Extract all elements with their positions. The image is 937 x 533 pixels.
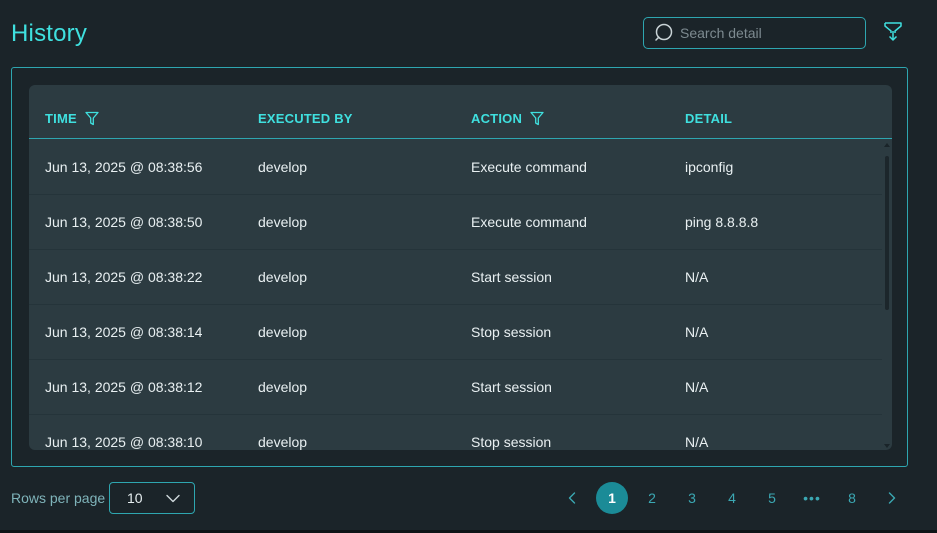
table-row[interactable]: Jun 13, 2025 @ 08:38:22 develop Start se… — [29, 250, 882, 305]
cell-action: Stop session — [471, 434, 552, 450]
cell-detail: N/A — [685, 269, 709, 285]
column-header-action[interactable]: ACTION — [471, 111, 544, 126]
cell-action: Execute command — [471, 159, 587, 175]
table-body: Jun 13, 2025 @ 08:38:56 develop Execute … — [29, 140, 882, 450]
page-button-5[interactable]: 5 — [756, 482, 788, 514]
page-button-3[interactable]: 3 — [676, 482, 708, 514]
pagination: 1 2 3 4 5 ••• 8 — [0, 482, 937, 514]
cell-executed-by: develop — [258, 214, 308, 230]
next-page-button[interactable] — [876, 482, 908, 514]
page-button-2[interactable]: 2 — [636, 482, 668, 514]
page-button-1[interactable]: 1 — [596, 482, 628, 514]
cell-executed-by: develop — [258, 269, 308, 285]
table-row[interactable]: Jun 13, 2025 @ 08:38:12 develop Start se… — [29, 360, 882, 415]
table-row[interactable]: Jun 13, 2025 @ 08:38:50 develop Execute … — [29, 195, 882, 250]
search-box[interactable] — [643, 17, 866, 49]
column-header-detail[interactable]: DETAIL — [685, 111, 732, 126]
page-button-4[interactable]: 4 — [716, 482, 748, 514]
cell-executed-by: develop — [258, 324, 308, 340]
table-row[interactable]: Jun 13, 2025 @ 08:38:10 develop Stop ses… — [29, 415, 882, 450]
page-title: History — [11, 20, 88, 47]
cell-action: Start session — [471, 269, 552, 285]
cell-executed-by: develop — [258, 379, 308, 395]
scroll-down-arrow-icon[interactable] — [884, 443, 890, 449]
column-header-executed-by[interactable]: EXECUTED BY — [258, 111, 353, 126]
filter-button[interactable] — [882, 21, 904, 43]
scroll-up-arrow-icon[interactable] — [884, 142, 890, 148]
cell-detail: ping 8.8.8.8 — [685, 214, 759, 230]
table-row[interactable]: Jun 13, 2025 @ 08:38:56 develop Execute … — [29, 140, 882, 195]
history-page: History TIME EXECUTED — [0, 0, 937, 530]
funnel-icon[interactable] — [530, 111, 544, 126]
chevron-right-icon — [888, 492, 896, 504]
table-header: TIME EXECUTED BY ACTION DETAIL — [29, 85, 892, 139]
filter-icon — [884, 22, 902, 41]
page-ellipsis-button[interactable]: ••• — [796, 482, 828, 514]
cell-detail: N/A — [685, 379, 709, 395]
cell-detail: N/A — [685, 324, 709, 340]
previous-page-button[interactable] — [556, 482, 588, 514]
cell-time: Jun 13, 2025 @ 08:38:56 — [45, 159, 203, 175]
chevron-left-icon — [568, 492, 576, 504]
cell-time: Jun 13, 2025 @ 08:38:14 — [45, 324, 203, 340]
cell-executed-by: develop — [258, 434, 308, 450]
cell-action: Start session — [471, 379, 552, 395]
cell-time: Jun 13, 2025 @ 08:38:50 — [45, 214, 203, 230]
cell-executed-by: develop — [258, 159, 308, 175]
scrollbar-thumb[interactable] — [885, 156, 889, 310]
table-scrollbar[interactable] — [882, 140, 892, 450]
cell-detail: ipconfig — [685, 159, 734, 175]
cell-action: Execute command — [471, 214, 587, 230]
search-icon — [655, 23, 673, 41]
history-card: TIME EXECUTED BY ACTION DETAIL Jun 13, 2… — [11, 67, 908, 467]
funnel-icon[interactable] — [85, 111, 99, 126]
column-header-time[interactable]: TIME — [45, 111, 99, 126]
history-table: TIME EXECUTED BY ACTION DETAIL Jun 13, 2… — [29, 85, 892, 450]
table-row[interactable]: Jun 13, 2025 @ 08:38:14 develop Stop ses… — [29, 305, 882, 360]
cell-time: Jun 13, 2025 @ 08:38:10 — [45, 434, 203, 450]
cell-time: Jun 13, 2025 @ 08:38:22 — [45, 269, 203, 285]
cell-action: Stop session — [471, 324, 552, 340]
search-input[interactable] — [680, 25, 860, 41]
cell-detail: N/A — [685, 434, 709, 450]
cell-time: Jun 13, 2025 @ 08:38:12 — [45, 379, 203, 395]
page-button-8[interactable]: 8 — [836, 482, 868, 514]
